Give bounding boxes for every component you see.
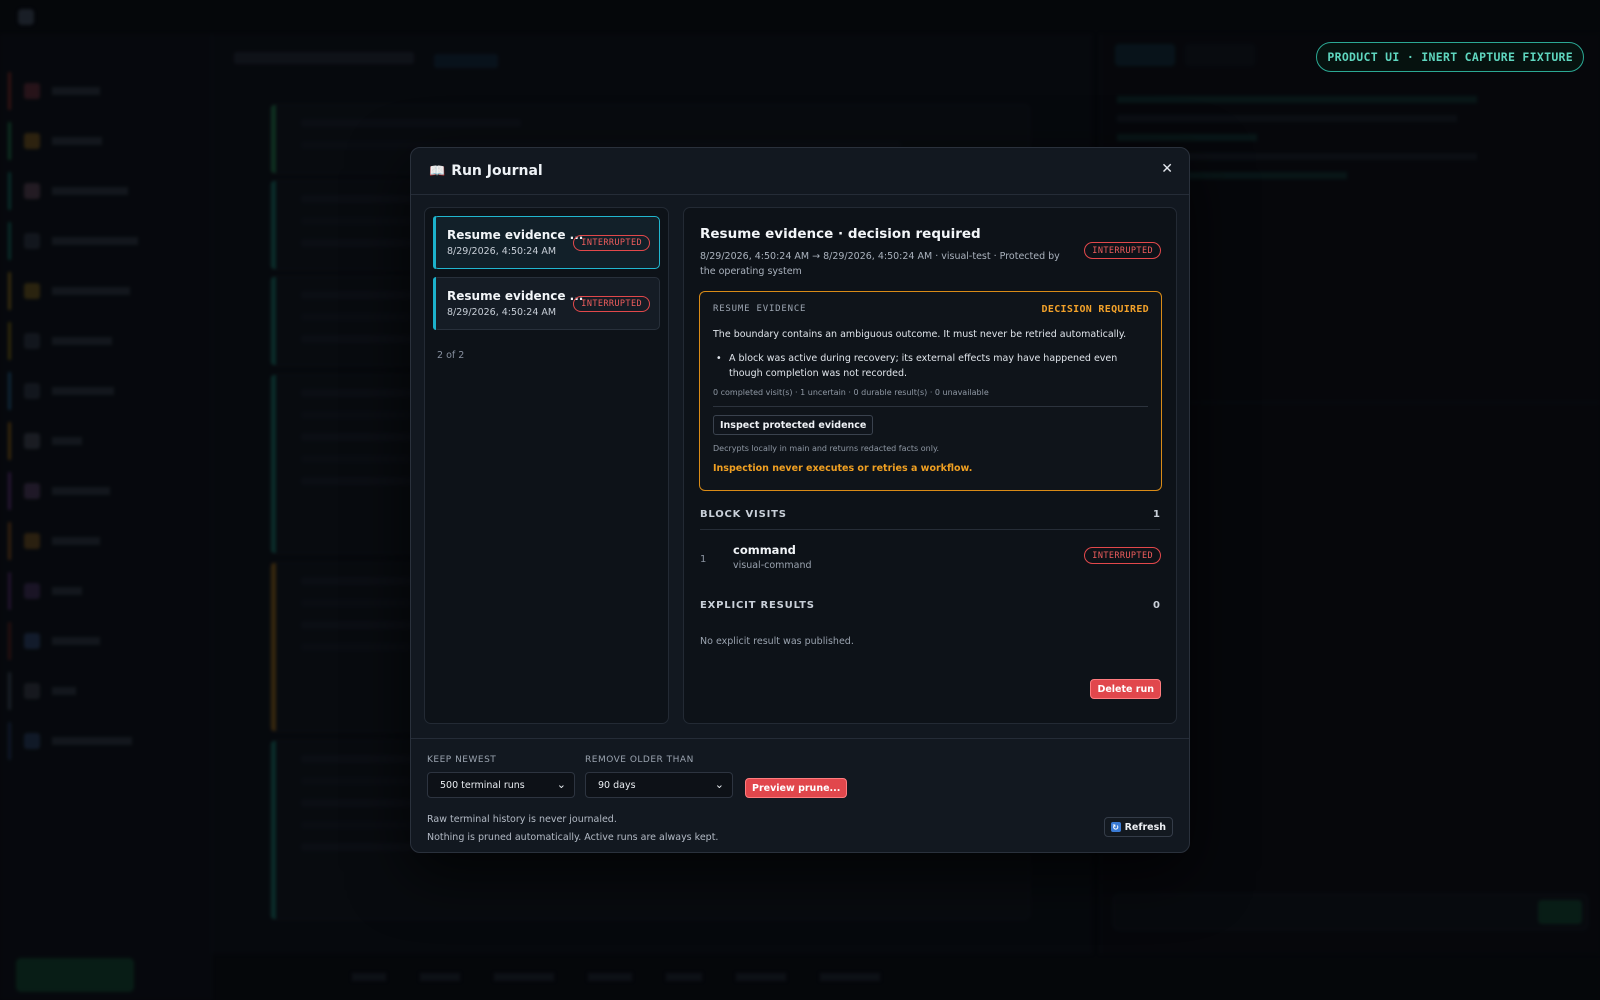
pager-text: 2 of 2 xyxy=(437,350,465,361)
run-name: Resume evidence ... xyxy=(447,289,584,303)
remove-older-select[interactable]: 90 days ⌄ xyxy=(585,772,733,798)
evidence-counts: 0 completed visit(s) · 1 uncertain · 0 d… xyxy=(713,388,989,397)
visit-name: command xyxy=(733,543,796,557)
run-list: Resume evidence ... 8/29/2026, 4:50:24 A… xyxy=(424,207,669,724)
status-badge: INTERRUPTED xyxy=(573,296,650,312)
modal-header: 📖 Run Journal ✕ xyxy=(411,148,1189,195)
block-visits-heading: BLOCK VISITS xyxy=(700,509,787,520)
visit-block-id: visual-command xyxy=(733,560,812,571)
explicit-results-heading: EXPLICIT RESULTS xyxy=(700,600,815,611)
evidence-bullet: A block was active during recovery; its … xyxy=(716,351,1149,381)
resume-evidence-box: RESUME EVIDENCE DECISION REQUIRED The bo… xyxy=(699,291,1162,491)
preview-prune-button[interactable]: Preview prune... xyxy=(745,778,848,798)
refresh-label: Refresh xyxy=(1124,821,1166,833)
inspect-evidence-button[interactable]: Inspect protected evidence xyxy=(713,415,874,435)
run-detail: Resume evidence · decision required 8/29… xyxy=(683,207,1177,724)
detail-meta: 8/29/2026, 4:50:24 AM → 8/29/2026, 4:50:… xyxy=(700,251,1060,277)
divider xyxy=(713,406,1148,407)
status-badge: INTERRUPTED xyxy=(573,235,650,251)
run-name: Resume evidence ... xyxy=(447,228,584,242)
refresh-icon: ↻ xyxy=(1110,822,1121,832)
status-badge: INTERRUPTED xyxy=(1084,242,1161,259)
block-visits-count: 1 xyxy=(1153,509,1160,520)
fixture-badge: PRODUCT UI · INERT CAPTURE FIXTURE xyxy=(1316,42,1584,72)
run-journal-modal: 📖 Run Journal ✕ Resume evidence ... 8/29… xyxy=(410,147,1190,853)
book-icon: 📖 xyxy=(429,163,446,179)
keep-newest-value: 500 terminal runs xyxy=(440,779,525,791)
footer-note: Nothing is pruned automatically. Active … xyxy=(427,832,719,843)
run-accent xyxy=(433,277,436,330)
modal-footer: KEEP NEWEST 500 terminal runs ⌄ REMOVE O… xyxy=(411,738,1189,852)
remove-older-value: 90 days xyxy=(598,779,636,791)
footer-note: Raw terminal history is never journaled. xyxy=(427,814,617,825)
divider xyxy=(700,529,1160,530)
delete-run-button[interactable]: Delete run xyxy=(1090,679,1161,699)
run-list-item[interactable]: Resume evidence ... 8/29/2026, 4:50:24 A… xyxy=(433,216,660,269)
modal-title: Run Journal xyxy=(451,163,543,179)
run-list-item[interactable]: Resume evidence ... 8/29/2026, 4:50:24 A… xyxy=(433,277,660,330)
status-badge: INTERRUPTED xyxy=(1084,547,1161,564)
explicit-results-count: 0 xyxy=(1153,600,1160,611)
inspection-warning: Inspection never executes or retries a w… xyxy=(713,463,973,474)
refresh-button[interactable]: ↻ Refresh xyxy=(1103,817,1173,837)
run-timestamp: 8/29/2026, 4:50:24 AM xyxy=(447,307,557,318)
chevron-down-icon: ⌄ xyxy=(556,778,566,791)
remove-older-label: REMOVE OLDER THAN xyxy=(585,755,694,765)
selection-accent xyxy=(433,216,436,269)
evidence-description: The boundary contains an ambiguous outco… xyxy=(713,329,1127,340)
close-icon[interactable]: ✕ xyxy=(1161,161,1173,177)
chevron-down-icon: ⌄ xyxy=(714,778,724,791)
evidence-label: RESUME EVIDENCE xyxy=(713,304,807,314)
no-results-text: No explicit result was published. xyxy=(700,636,854,647)
detail-title: Resume evidence · decision required xyxy=(700,226,981,242)
decision-required-label: DECISION REQUIRED xyxy=(1041,304,1149,315)
visit-index: 1 xyxy=(700,554,707,565)
decrypt-note: Decrypts locally in main and returns red… xyxy=(713,444,940,453)
keep-newest-select[interactable]: 500 terminal runs ⌄ xyxy=(427,772,575,798)
keep-newest-label: KEEP NEWEST xyxy=(427,755,497,765)
run-timestamp: 8/29/2026, 4:50:24 AM xyxy=(447,246,557,257)
